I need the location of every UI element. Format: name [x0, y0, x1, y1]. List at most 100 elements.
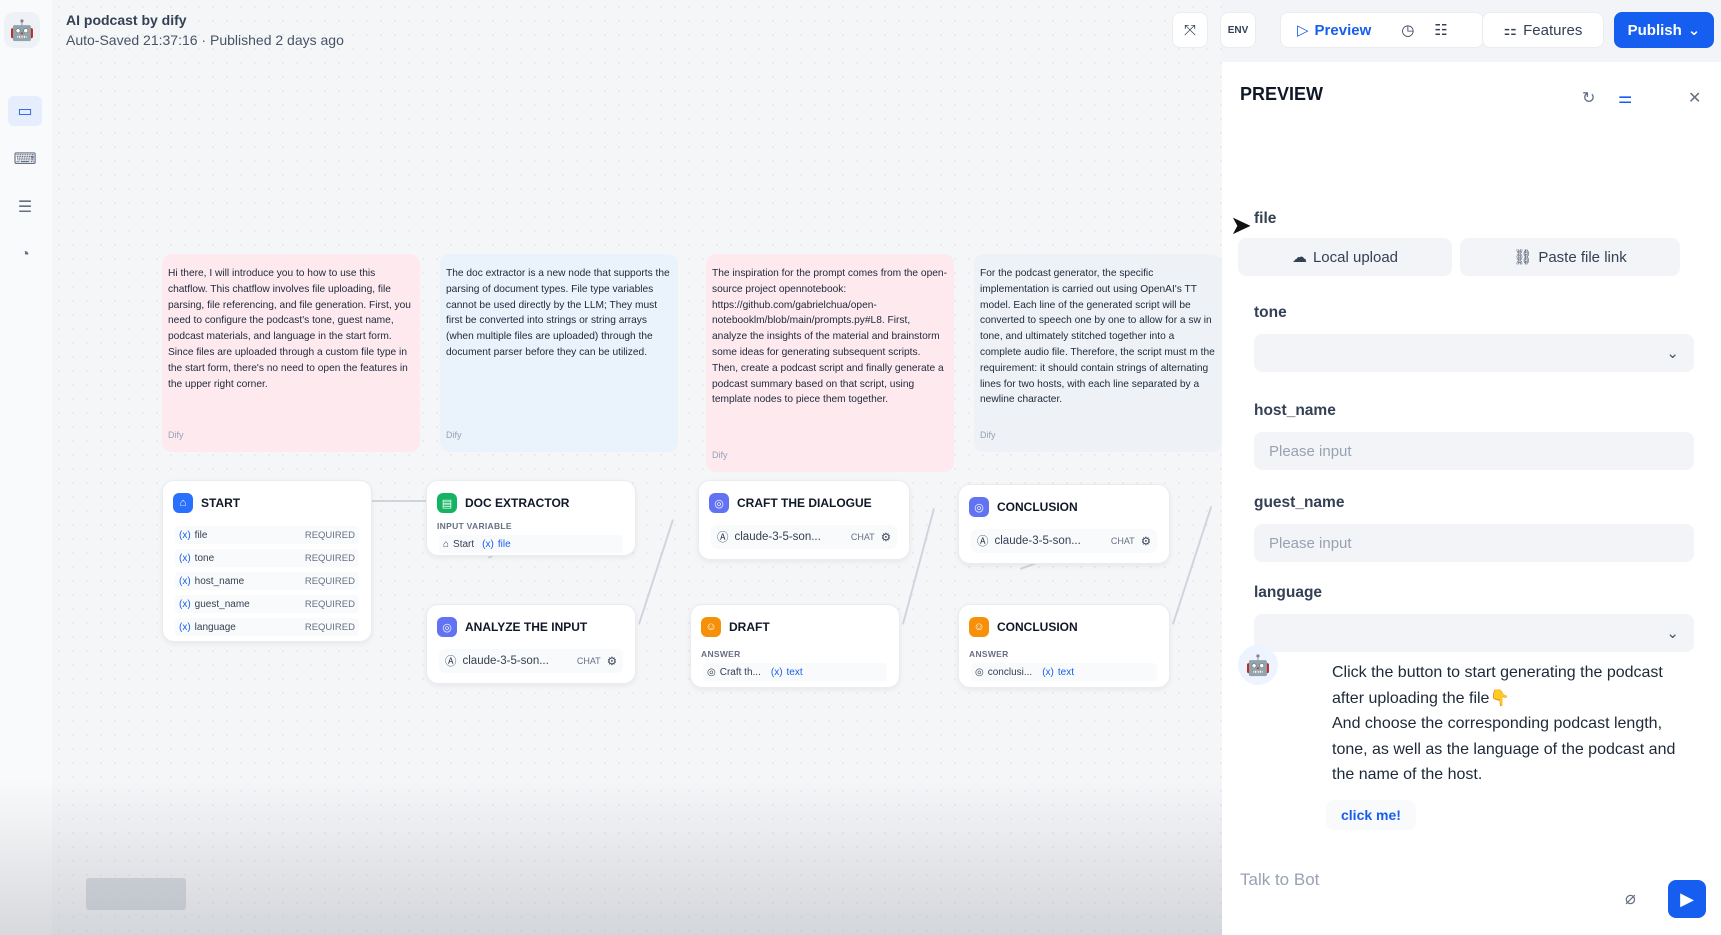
- host-name-placeholder: Please input: [1269, 442, 1352, 460]
- node-header: ◎ CONCLUSION: [969, 497, 1078, 517]
- file-label: file: [1254, 210, 1277, 227]
- api-access-icon[interactable]: ⌨: [8, 144, 42, 174]
- node-doc-extractor[interactable]: ▤ DOC EXTRACTOR INPUT VARIABLE ⌂ Start (x)…: [426, 480, 636, 556]
- publish-label: Publish: [1627, 21, 1682, 39]
- var-name: file: [194, 529, 208, 541]
- local-upload-button[interactable]: ☁ Local upload: [1238, 238, 1452, 276]
- preview-button[interactable]: ▷ Preview ◷ ☷: [1280, 12, 1484, 48]
- model-selector[interactable]: Ⓐclaude-3-5-son... CHAT ⚙: [971, 529, 1157, 553]
- app-icon[interactable]: 🤖: [4, 12, 40, 48]
- note-text: The inspiration for the prompt comes fro…: [712, 268, 947, 406]
- required-tag: REQUIRED: [304, 552, 355, 564]
- note-prompt[interactable]: The inspiration for the prompt comes fro…: [706, 254, 954, 472]
- chat-input[interactable]: Talk to Bot: [1240, 870, 1319, 890]
- note-text: The doc extractor is a new node that sup…: [446, 268, 670, 358]
- home-icon: ⌂: [443, 538, 450, 550]
- monitoring-icon[interactable]: ◔: [8, 240, 42, 270]
- attachment-icon[interactable]: ⌀: [1625, 888, 1636, 909]
- node-conclusion-answer[interactable]: ☺ CONCLUSION ANSWER ◎ conclusi... (x) text: [958, 604, 1170, 688]
- save-status: Auto-Saved 21:37:16 · Published 2 days a…: [66, 32, 344, 48]
- checklist-toggle-button[interactable]: ⤧: [1172, 12, 1208, 48]
- note-doc-extractor[interactable]: The doc extractor is a new node that sup…: [440, 254, 678, 452]
- var-name: language: [194, 621, 236, 633]
- node-conclusion-llm[interactable]: ◎ CONCLUSION Ⓐclaude-3-5-son... CHAT ⚙: [958, 484, 1170, 564]
- paste-file-link-button[interactable]: ⛓ Paste file link: [1460, 238, 1680, 276]
- model-name: claude-3-5-son...: [734, 531, 821, 543]
- input-variable-label: INPUT VARIABLE: [437, 521, 512, 531]
- node-analyze-input[interactable]: ◎ ANALYZE THE INPUT Ⓐclaude-3-5-son... CH…: [426, 604, 636, 684]
- guest-name-placeholder: Please input: [1269, 534, 1352, 552]
- node-title: DOC EXTRACTOR: [465, 496, 570, 510]
- model-selector[interactable]: Ⓐclaude-3-5-son... CHAT ⚙: [711, 525, 897, 549]
- settings-icon: ⚙: [1140, 536, 1151, 548]
- note-source: Dify: [712, 450, 728, 461]
- model-name: claude-3-5-son...: [462, 655, 549, 667]
- local-upload-label: Local upload: [1312, 248, 1399, 266]
- var-name: text: [1057, 666, 1074, 678]
- start-var-tone[interactable]: (x) tone REQUIRED: [175, 549, 359, 567]
- publish-button[interactable]: Publish ⌄: [1614, 12, 1714, 48]
- orchestrate-icon[interactable]: ▭: [8, 96, 42, 126]
- anthropic-icon: Ⓐ: [977, 536, 989, 548]
- click-me-button[interactable]: click me!: [1326, 800, 1416, 830]
- guest-name-input[interactable]: Please input: [1254, 524, 1694, 562]
- var-name: guest_name: [194, 598, 250, 610]
- llm-icon: ◎: [969, 497, 989, 517]
- var-name: text: [786, 666, 803, 678]
- required-tag: REQUIRED: [304, 621, 355, 633]
- required-tag: REQUIRED: [304, 575, 355, 587]
- model-selector[interactable]: Ⓐclaude-3-5-son... CHAT ⚙: [439, 649, 623, 673]
- source-node: Start: [453, 538, 475, 550]
- start-var-language[interactable]: (x) language REQUIRED: [175, 618, 359, 636]
- variable-icon: (x): [179, 529, 191, 541]
- start-var-host-name[interactable]: (x) host_name REQUIRED: [175, 572, 359, 590]
- node-header: ▤ DOC EXTRACTOR: [437, 493, 569, 513]
- mode-badge: CHAT: [850, 532, 875, 542]
- workflow-canvas[interactable]: [52, 0, 1222, 935]
- source-node: conclusi...: [987, 666, 1033, 678]
- doc-extractor-input[interactable]: ⌂ Start (x) file: [439, 535, 623, 553]
- send-button[interactable]: ▶: [1668, 880, 1706, 918]
- draft-answer-var[interactable]: ◎ Craft th... (x) text: [703, 663, 887, 681]
- start-var-file[interactable]: (x) file REQUIRED: [175, 526, 359, 544]
- close-icon[interactable]: ✕: [1688, 88, 1701, 108]
- var-name: file: [497, 538, 511, 550]
- bot-avatar-icon: 🤖: [1238, 645, 1278, 685]
- node-craft-dialogue[interactable]: ◎ CRAFT THE DIALOGUE Ⓐclaude-3-5-son... C…: [698, 480, 910, 560]
- note-source: Dify: [446, 430, 462, 441]
- host-name-input[interactable]: Please input: [1254, 432, 1694, 470]
- node-draft[interactable]: ☺ DRAFT ANSWER ◎ Craft th... (x) text: [690, 604, 900, 688]
- note-text: For the podcast generator, the specific …: [980, 268, 1215, 406]
- chat-input-placeholder: Talk to Bot: [1240, 870, 1320, 889]
- node-header: ☺ DRAFT: [701, 617, 770, 637]
- logs-icon[interactable]: ☰: [8, 192, 42, 222]
- source-node: Craft th...: [719, 666, 761, 678]
- features-button[interactable]: ⚏ Features: [1482, 12, 1604, 48]
- settings-icon: ⚙: [606, 656, 617, 668]
- variable-icon: (x): [179, 552, 191, 564]
- app-title: AI podcast by dify: [66, 12, 187, 28]
- minimap[interactable]: [86, 878, 186, 910]
- edge: [372, 500, 426, 502]
- refresh-icon[interactable]: ↻: [1582, 88, 1595, 108]
- env-button[interactable]: ENV: [1220, 12, 1256, 48]
- host-name-label: host_name: [1254, 402, 1336, 419]
- note-intro[interactable]: Hi there, I will introduce you to how to…: [162, 254, 420, 452]
- variable-icon: (x): [179, 621, 191, 633]
- history-icon[interactable]: ◷: [1401, 21, 1414, 39]
- bot-message: Click the button to start generating the…: [1332, 664, 1676, 783]
- preview-panel: PREVIEW ↻ ⚌ ✕ file ☁ Local upload ⛓ Past…: [1222, 62, 1721, 935]
- variables-toggle-icon[interactable]: ⚌: [1618, 88, 1632, 108]
- tone-select[interactable]: ⌄: [1254, 334, 1694, 372]
- note-text: Hi there, I will introduce you to how to…: [168, 268, 411, 390]
- start-var-guest-name[interactable]: (x) guest_name REQUIRED: [175, 595, 359, 613]
- checklist-icon[interactable]: ☷: [1434, 21, 1447, 39]
- language-select[interactable]: ⌄: [1254, 614, 1694, 652]
- start-form: file ☁ Local upload ⛓ Paste file link to…: [1238, 126, 1704, 666]
- node-title: CRAFT THE DIALOGUE: [737, 496, 872, 510]
- preview-title: PREVIEW: [1240, 84, 1324, 104]
- node-title: DRAFT: [729, 620, 770, 634]
- note-generator[interactable]: For the podcast generator, the specific …: [974, 254, 1222, 452]
- node-start[interactable]: ⌂ START (x) file REQUIRED (x) tone REQUIRED …: [162, 480, 372, 642]
- conclusion-answer-var[interactable]: ◎ conclusi... (x) text: [971, 663, 1157, 681]
